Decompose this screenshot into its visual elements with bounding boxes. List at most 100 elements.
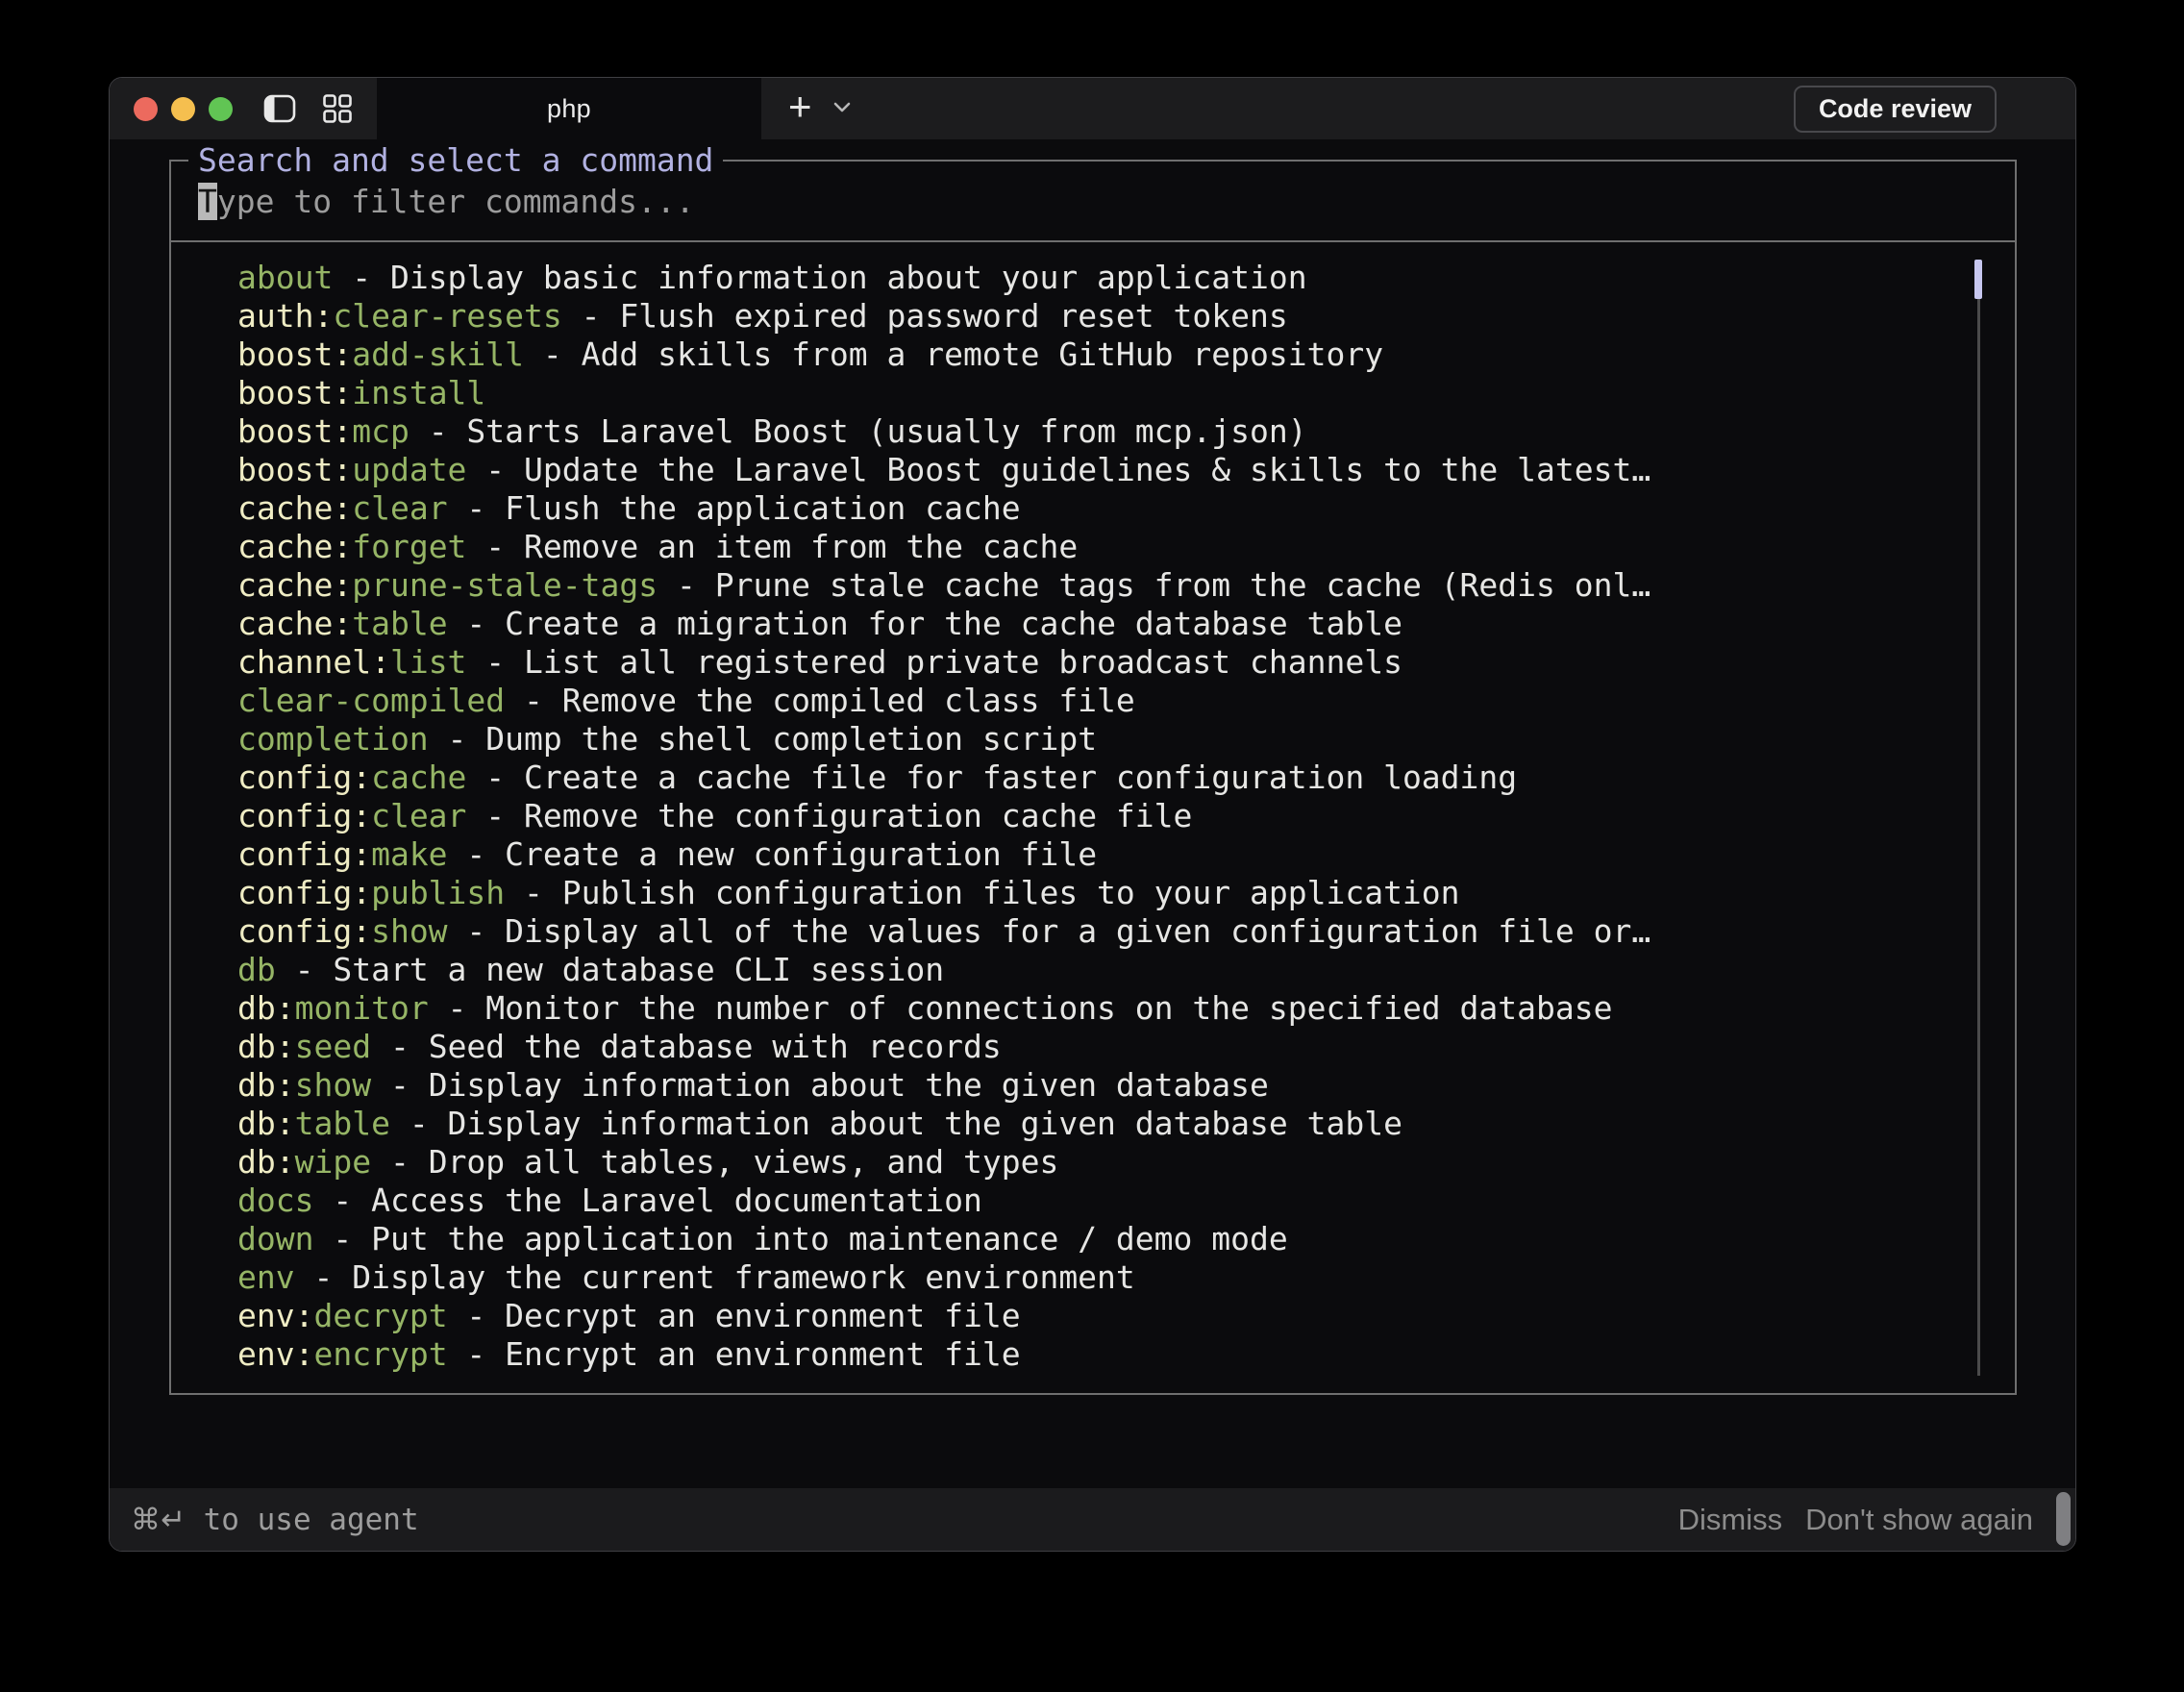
command-item[interactable]: db:monitor - Monitor the number of conne… — [237, 989, 2015, 1028]
avatar[interactable] — [2012, 87, 2056, 131]
list-scrollbar-track[interactable] — [1977, 260, 1980, 1376]
command-namespace: cache: — [237, 566, 353, 604]
command-name: wipe — [294, 1143, 372, 1181]
command-namespace: env: — [237, 1335, 314, 1373]
command-item[interactable]: docs - Access the Laravel documentation — [237, 1182, 2015, 1220]
window-scrollbar-thumb[interactable] — [2056, 1492, 2071, 1546]
command-namespace: boost: — [237, 451, 353, 488]
dismiss-button[interactable]: Dismiss — [1678, 1503, 1783, 1537]
agent-hint-text: to use agent — [185, 1502, 419, 1537]
command-namespace: db: — [237, 1143, 295, 1181]
command-item[interactable]: boost:add-skill - Add skills from a remo… — [237, 336, 2015, 374]
command-item[interactable]: channel:list - List all registered priva… — [237, 643, 2015, 682]
text-cursor: T — [198, 182, 217, 220]
command-namespace: boost: — [237, 336, 353, 373]
command-item[interactable]: clear-compiled - Remove the compiled cla… — [237, 682, 2015, 720]
command-namespace: auth: — [237, 297, 334, 335]
command-name: update — [352, 451, 467, 488]
command-item[interactable]: cache:prune-stale-tags - Prune stale cac… — [237, 566, 2015, 605]
command-palette-title: Search and select a command — [188, 141, 724, 179]
command-namespace: config: — [237, 759, 372, 796]
command-item[interactable]: about - Display basic information about … — [237, 259, 2015, 297]
command-item[interactable]: boost:update - Update the Laravel Boost … — [237, 451, 2015, 489]
maximize-window-button[interactable] — [209, 96, 233, 121]
command-item[interactable]: env - Display the current framework envi… — [237, 1258, 2015, 1297]
new-tab-button[interactable]: + — [788, 87, 812, 127]
command-name: add-skill — [352, 336, 525, 373]
command-item[interactable]: auth:clear-resets - Flush expired passwo… — [237, 297, 2015, 336]
command-description: - Monitor the number of connections on t… — [428, 989, 1613, 1027]
command-item[interactable]: config:make - Create a new configuration… — [237, 835, 2015, 874]
command-item[interactable]: boost:mcp - Starts Laravel Boost (usuall… — [237, 412, 2015, 451]
search-input[interactable]: Type to filter commands... — [198, 182, 695, 220]
command-namespace: env: — [237, 1297, 314, 1334]
command-description: - Flush the application cache — [447, 489, 1021, 527]
command-namespace: config: — [237, 835, 372, 873]
minimize-window-button[interactable] — [171, 96, 195, 121]
command-item[interactable]: config:cache - Create a cache file for f… — [237, 759, 2015, 797]
grid-layout-icon[interactable] — [323, 94, 352, 123]
tab-bar: php + Code review — [110, 78, 2075, 139]
command-name: down — [237, 1220, 314, 1257]
command-name: table — [352, 605, 448, 642]
command-name: publish — [371, 874, 506, 911]
command-description: - Display basic information about your a… — [333, 259, 1307, 296]
command-name: docs — [237, 1182, 314, 1219]
command-name: env — [237, 1258, 295, 1296]
command-description: - Put the application into maintenance /… — [313, 1220, 1288, 1257]
command-item[interactable]: cache:table - Create a migration for the… — [237, 605, 2015, 643]
command-description: - Create a migration for the cache datab… — [447, 605, 1402, 642]
window-controls — [110, 78, 233, 139]
command-description: - List all registered private broadcast … — [466, 643, 1402, 681]
command-item[interactable]: env:decrypt - Decrypt an environment fil… — [237, 1297, 2015, 1335]
sidebar-toggle-icon[interactable] — [263, 94, 296, 123]
tab-php-label: php — [547, 93, 591, 123]
command-name: mcp — [352, 412, 410, 450]
command-item[interactable]: config:clear - Remove the configuration … — [237, 797, 2015, 835]
code-review-button[interactable]: Code review — [1793, 85, 1997, 133]
command-name: about — [237, 259, 334, 296]
dont-show-again-button[interactable]: Don't show again — [1805, 1503, 2033, 1537]
new-tab-chevron-down-icon[interactable] — [833, 100, 851, 117]
command-item[interactable]: db:table - Display information about the… — [237, 1105, 2015, 1143]
command-name: seed — [294, 1028, 372, 1065]
command-namespace: cache: — [237, 528, 353, 565]
command-description: - Flush expired password reset tokens — [561, 297, 1288, 335]
command-item[interactable]: db:show - Display information about the … — [237, 1066, 2015, 1105]
command-description: - Publish configuration files to your ap… — [505, 874, 1460, 911]
command-item[interactable]: completion - Dump the shell completion s… — [237, 720, 2015, 759]
command-namespace: boost: — [237, 412, 353, 450]
command-name: encrypt — [313, 1335, 448, 1373]
command-name: clear — [352, 489, 448, 527]
command-item[interactable]: cache:clear - Flush the application cach… — [237, 489, 2015, 528]
command-name: show — [371, 912, 448, 950]
command-namespace: db: — [237, 1028, 295, 1065]
command-description: - Starts Laravel Boost (usually from mcp… — [409, 412, 1307, 450]
command-item[interactable]: db:wipe - Drop all tables, views, and ty… — [237, 1143, 2015, 1182]
command-name: forget — [352, 528, 467, 565]
command-description: - Add skills from a remote GitHub reposi… — [524, 336, 1384, 373]
command-namespace: cache: — [237, 605, 353, 642]
command-description: - Seed the database with records — [371, 1028, 1002, 1065]
search-placeholder: ype to filter commands... — [216, 182, 695, 220]
list-scrollbar-thumb[interactable] — [1974, 260, 1982, 299]
command-name: cache — [371, 759, 467, 796]
command-description: - Remove the configuration cache file — [466, 797, 1193, 834]
command-item[interactable]: boost:install — [237, 374, 2015, 412]
command-item[interactable]: env:encrypt - Encrypt an environment fil… — [237, 1335, 2015, 1374]
close-window-button[interactable] — [134, 96, 158, 121]
command-item[interactable]: cache:forget - Remove an item from the c… — [237, 528, 2015, 566]
command-item[interactable]: db:seed - Seed the database with records — [237, 1028, 2015, 1066]
command-description: - Decrypt an environment file — [447, 1297, 1021, 1334]
command-item[interactable]: config:show - Display all of the values … — [237, 912, 2015, 951]
command-name: show — [294, 1066, 372, 1104]
command-description: - Update the Laravel Boost guidelines & … — [466, 451, 1651, 488]
tab-php[interactable]: php — [377, 78, 761, 139]
command-description: - Prune stale cache tags from the cache … — [658, 566, 1651, 604]
command-item[interactable]: config:publish - Publish configuration f… — [237, 874, 2015, 912]
command-namespace: config: — [237, 912, 372, 950]
command-item[interactable]: down - Put the application into maintena… — [237, 1220, 2015, 1258]
command-item[interactable]: db - Start a new database CLI session — [237, 951, 2015, 989]
command-description: - Create a cache file for faster configu… — [466, 759, 1518, 796]
command-return-keys: ⌘↵ — [131, 1502, 186, 1537]
